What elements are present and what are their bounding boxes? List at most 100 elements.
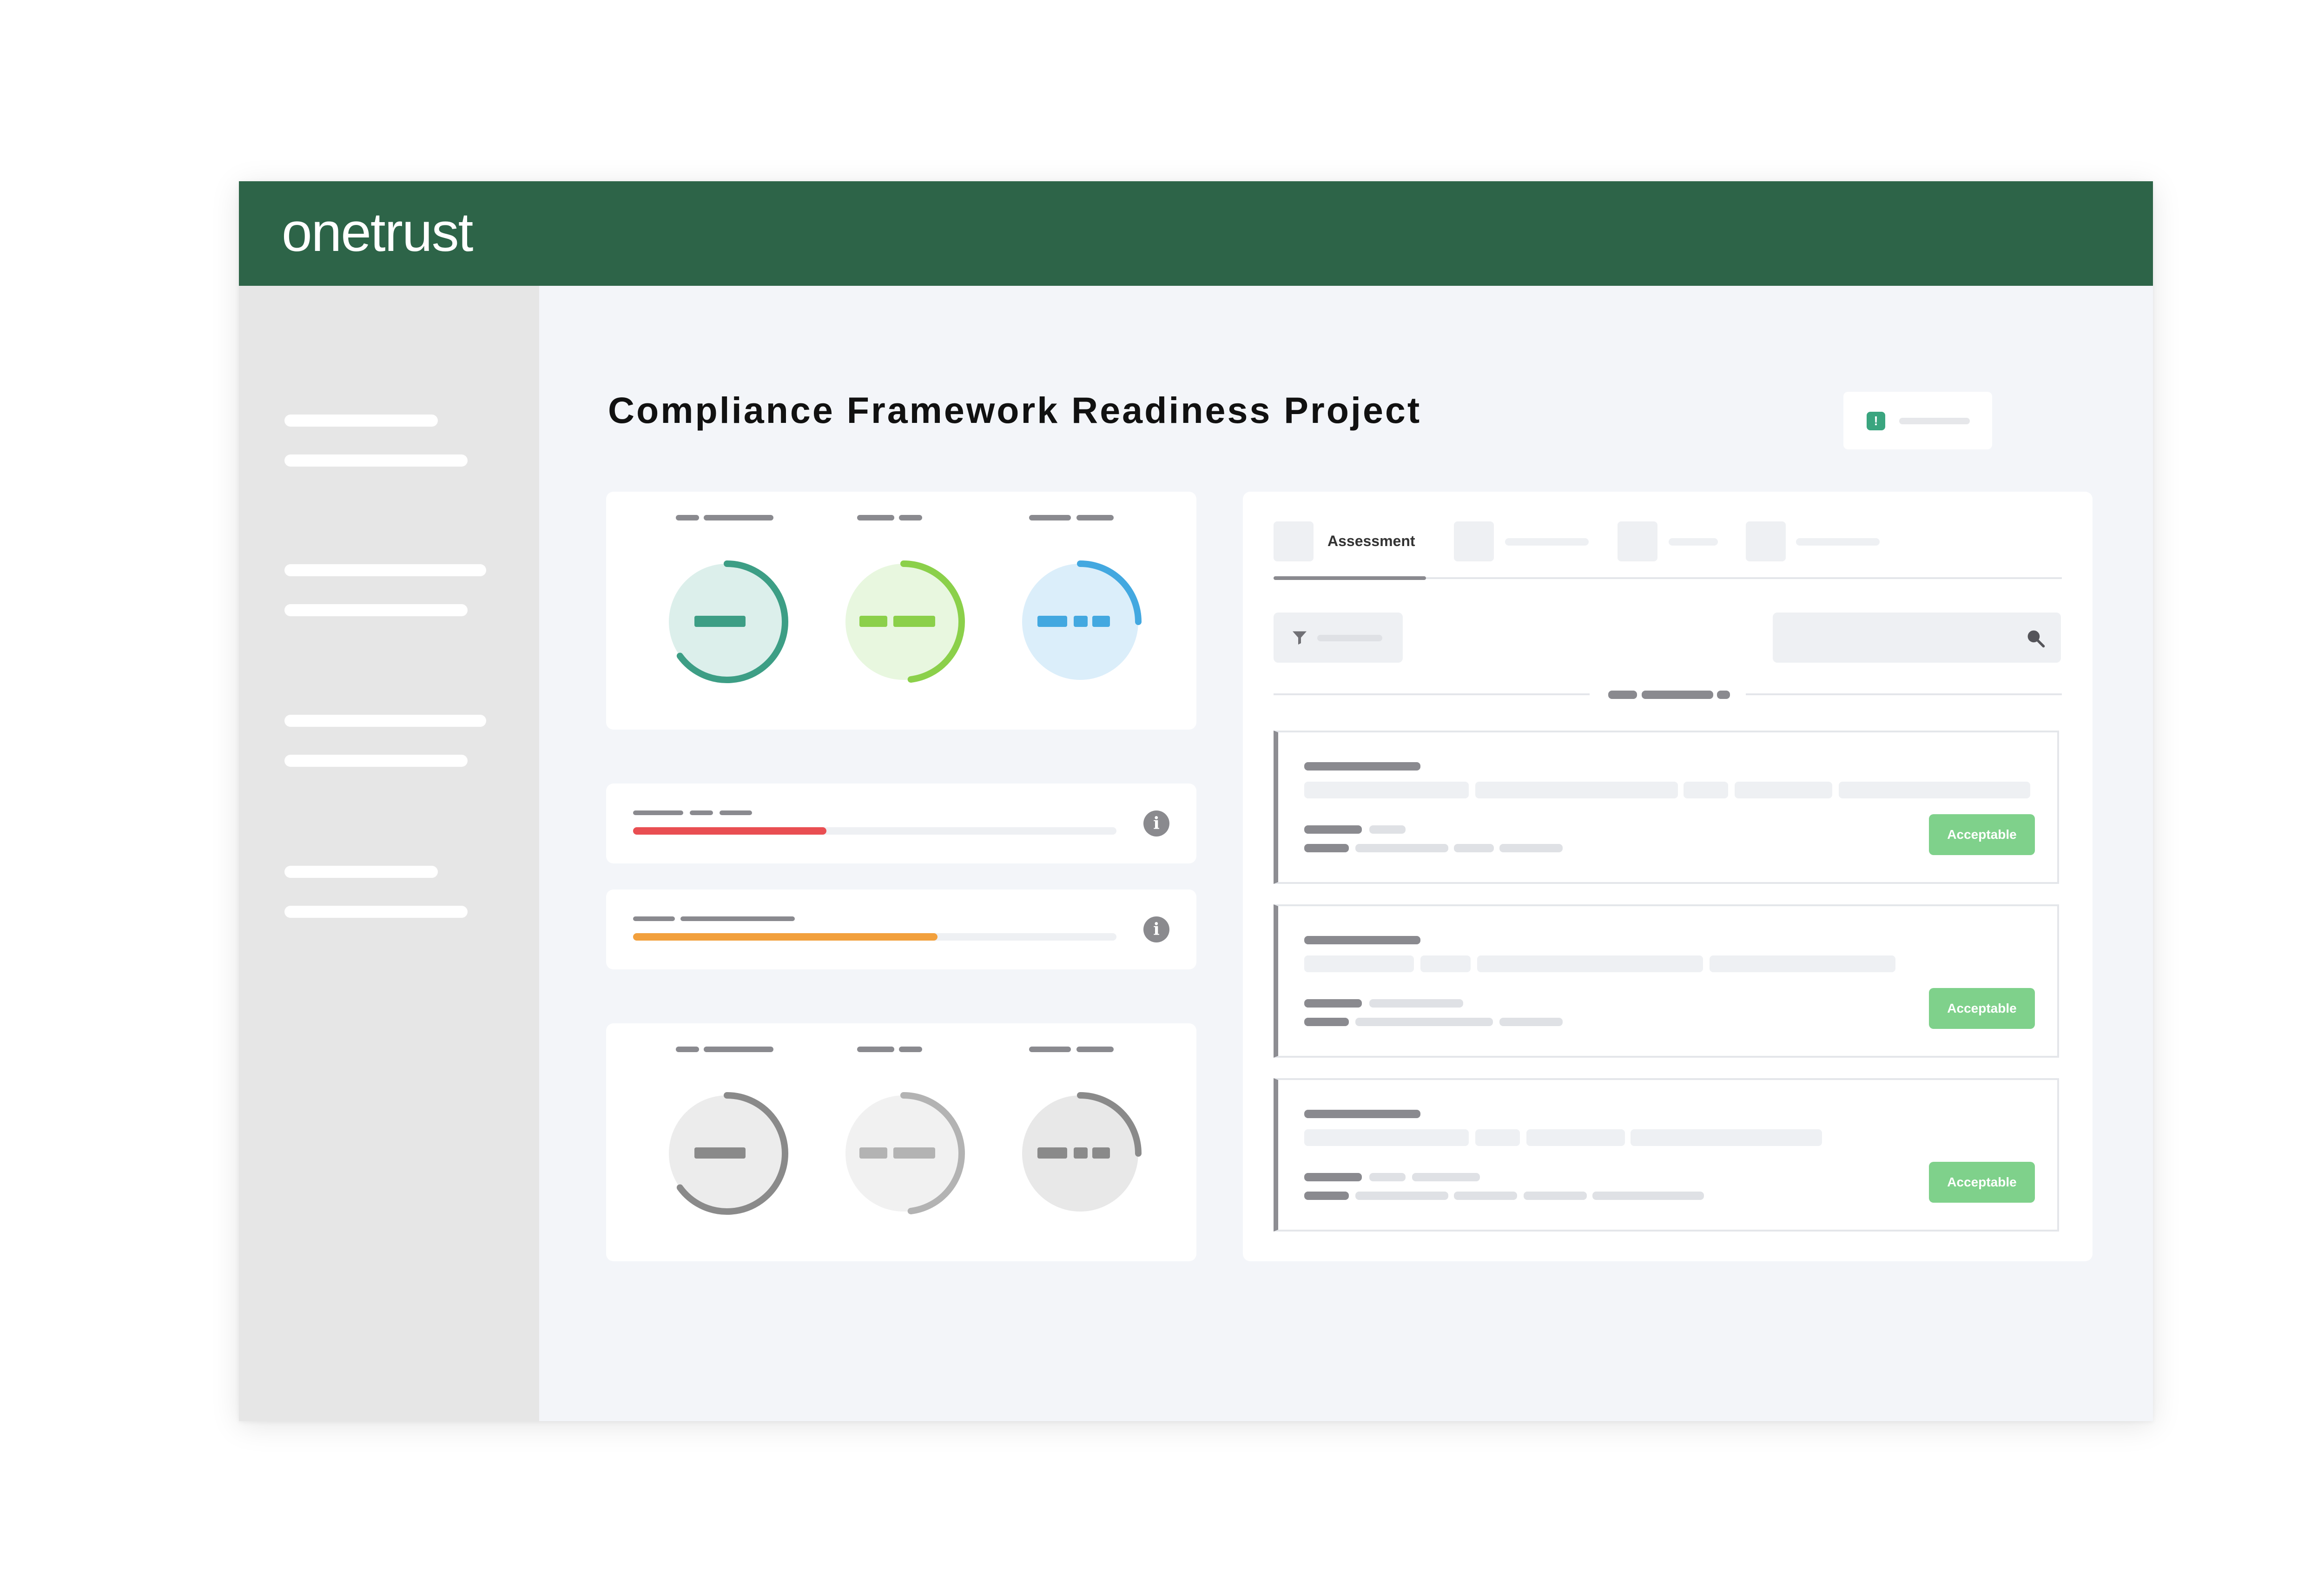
- gauge-label-placeholder: [1076, 1047, 1114, 1052]
- gauge-top-1[interactable]: [662, 515, 792, 692]
- section-label-placeholder: [1642, 691, 1713, 699]
- label-placeholder: [633, 916, 675, 921]
- row-meta-placeholder: [1304, 999, 1362, 1008]
- alert-button[interactable]: !: [1843, 392, 1992, 449]
- row-text-placeholder: [1631, 1129, 1822, 1146]
- sidebar-item-placeholder[interactable]: [284, 866, 438, 878]
- sidebar: [239, 286, 539, 1421]
- info-icon[interactable]: i: [1143, 916, 1169, 942]
- gauge-value-placeholder: [1092, 616, 1110, 627]
- sidebar-item-placeholder[interactable]: [284, 906, 468, 918]
- sidebar-item-placeholder[interactable]: [284, 415, 438, 427]
- label-placeholder: [680, 916, 795, 921]
- progress-fill: [633, 827, 826, 835]
- row-meta-placeholder: [1304, 1192, 1349, 1200]
- assessment-panel: Assessment Acceptable Acceptable Accepta…: [1243, 492, 2093, 1261]
- row-text-placeholder: [1475, 1129, 1520, 1146]
- info-icon[interactable]: i: [1143, 810, 1169, 837]
- row-title-placeholder: [1304, 936, 1420, 944]
- gauge-top-3[interactable]: [1015, 515, 1145, 692]
- gauge-value-placeholder: [694, 1147, 746, 1159]
- gauge-value-placeholder: [694, 616, 746, 627]
- row-title-placeholder: [1304, 762, 1420, 771]
- row-meta-placeholder: [1412, 1173, 1480, 1181]
- progress-card-2: i: [606, 889, 1196, 969]
- row-text-placeholder: [1526, 1129, 1625, 1146]
- section-divider-left: [1274, 693, 1590, 695]
- row-meta-placeholder: [1304, 825, 1362, 834]
- sidebar-item-placeholder[interactable]: [284, 755, 468, 767]
- alert-icon: !: [1867, 412, 1885, 430]
- gauge-label-placeholder: [899, 1047, 922, 1052]
- gauge-label-placeholder: [880, 1047, 894, 1052]
- assessment-row[interactable]: Acceptable: [1274, 731, 2059, 884]
- progress-track: [633, 827, 1116, 835]
- gauge-value-placeholder: [893, 1147, 935, 1159]
- row-meta-placeholder: [1592, 1192, 1704, 1200]
- row-text-placeholder: [1477, 955, 1703, 972]
- gauge-label-placeholder: [704, 1047, 773, 1052]
- gauge-label-placeholder: [1029, 515, 1071, 520]
- row-meta-placeholder: [1369, 999, 1463, 1008]
- sidebar-item-placeholder[interactable]: [284, 715, 486, 727]
- gauge-bottom-3[interactable]: [1015, 1047, 1145, 1223]
- tab-icon-placeholder[interactable]: [1454, 521, 1494, 561]
- row-meta-placeholder: [1369, 825, 1406, 834]
- gauge-value-placeholder: [1037, 1147, 1067, 1159]
- row-meta-placeholder: [1355, 844, 1448, 852]
- gauge-label-placeholder: [704, 515, 773, 520]
- row-meta-placeholder: [1369, 1173, 1406, 1181]
- gauge-value-placeholder: [859, 616, 887, 627]
- progress-track: [633, 933, 1116, 941]
- gauge-bottom-2[interactable]: [838, 1047, 969, 1223]
- row-text-placeholder: [1735, 782, 1832, 798]
- row-text-placeholder: [1710, 955, 1895, 972]
- row-text-placeholder: [1304, 782, 1469, 798]
- status-badge[interactable]: Acceptable: [1929, 988, 2035, 1029]
- row-text-placeholder: [1304, 955, 1414, 972]
- gauges-card-top: [606, 492, 1196, 730]
- label-placeholder: [633, 810, 683, 815]
- search-icon: [2027, 630, 2045, 648]
- gauges-card-bottom: [606, 1023, 1196, 1261]
- tab-label-placeholder[interactable]: [1505, 538, 1589, 546]
- sidebar-item-placeholder[interactable]: [284, 604, 468, 616]
- assessment-row[interactable]: Acceptable: [1274, 904, 2059, 1058]
- tab-icon-placeholder: [1274, 521, 1314, 561]
- top-bar: onetrust: [239, 181, 2153, 286]
- search-input[interactable]: [1773, 613, 2061, 663]
- sidebar-item-placeholder[interactable]: [284, 454, 468, 467]
- label-placeholder: [720, 810, 752, 815]
- row-meta-placeholder: [1304, 844, 1349, 852]
- gauge-label-placeholder: [899, 515, 922, 520]
- tab-label-placeholder[interactable]: [1796, 538, 1880, 546]
- sidebar-item-placeholder[interactable]: [284, 564, 486, 576]
- row-meta-placeholder: [1304, 1173, 1362, 1181]
- row-text-placeholder: [1839, 782, 2030, 798]
- gauge-top-2[interactable]: [838, 515, 969, 692]
- row-meta-placeholder: [1304, 1018, 1349, 1026]
- status-badge[interactable]: Acceptable: [1929, 1162, 2035, 1203]
- status-badge[interactable]: Acceptable: [1929, 814, 2035, 855]
- gauge-value-placeholder: [1074, 1147, 1088, 1159]
- gauge-value-placeholder: [893, 616, 935, 627]
- progress-fill: [633, 933, 938, 941]
- section-label-placeholder: [1608, 691, 1637, 699]
- gauge-label-placeholder: [880, 515, 894, 520]
- tab-assessment[interactable]: Assessment: [1327, 533, 1415, 550]
- progress-card-1: i: [606, 784, 1196, 863]
- section-divider-right: [1746, 693, 2062, 695]
- tab-label-placeholder[interactable]: [1669, 538, 1718, 546]
- tab-icon-placeholder[interactable]: [1618, 521, 1657, 561]
- row-text-placeholder: [1684, 782, 1728, 798]
- row-meta-placeholder: [1454, 1192, 1517, 1200]
- filter-button[interactable]: [1274, 613, 1403, 663]
- onetrust-logo[interactable]: onetrust: [282, 200, 473, 265]
- gauge-label-placeholder: [676, 515, 699, 520]
- gauge-bottom-1[interactable]: [662, 1047, 792, 1223]
- tab-icon-placeholder[interactable]: [1746, 521, 1786, 561]
- label-placeholder: [690, 810, 713, 815]
- assessment-row[interactable]: Acceptable: [1274, 1078, 2059, 1232]
- gauge-value-placeholder: [1037, 616, 1067, 627]
- row-text-placeholder: [1475, 782, 1678, 798]
